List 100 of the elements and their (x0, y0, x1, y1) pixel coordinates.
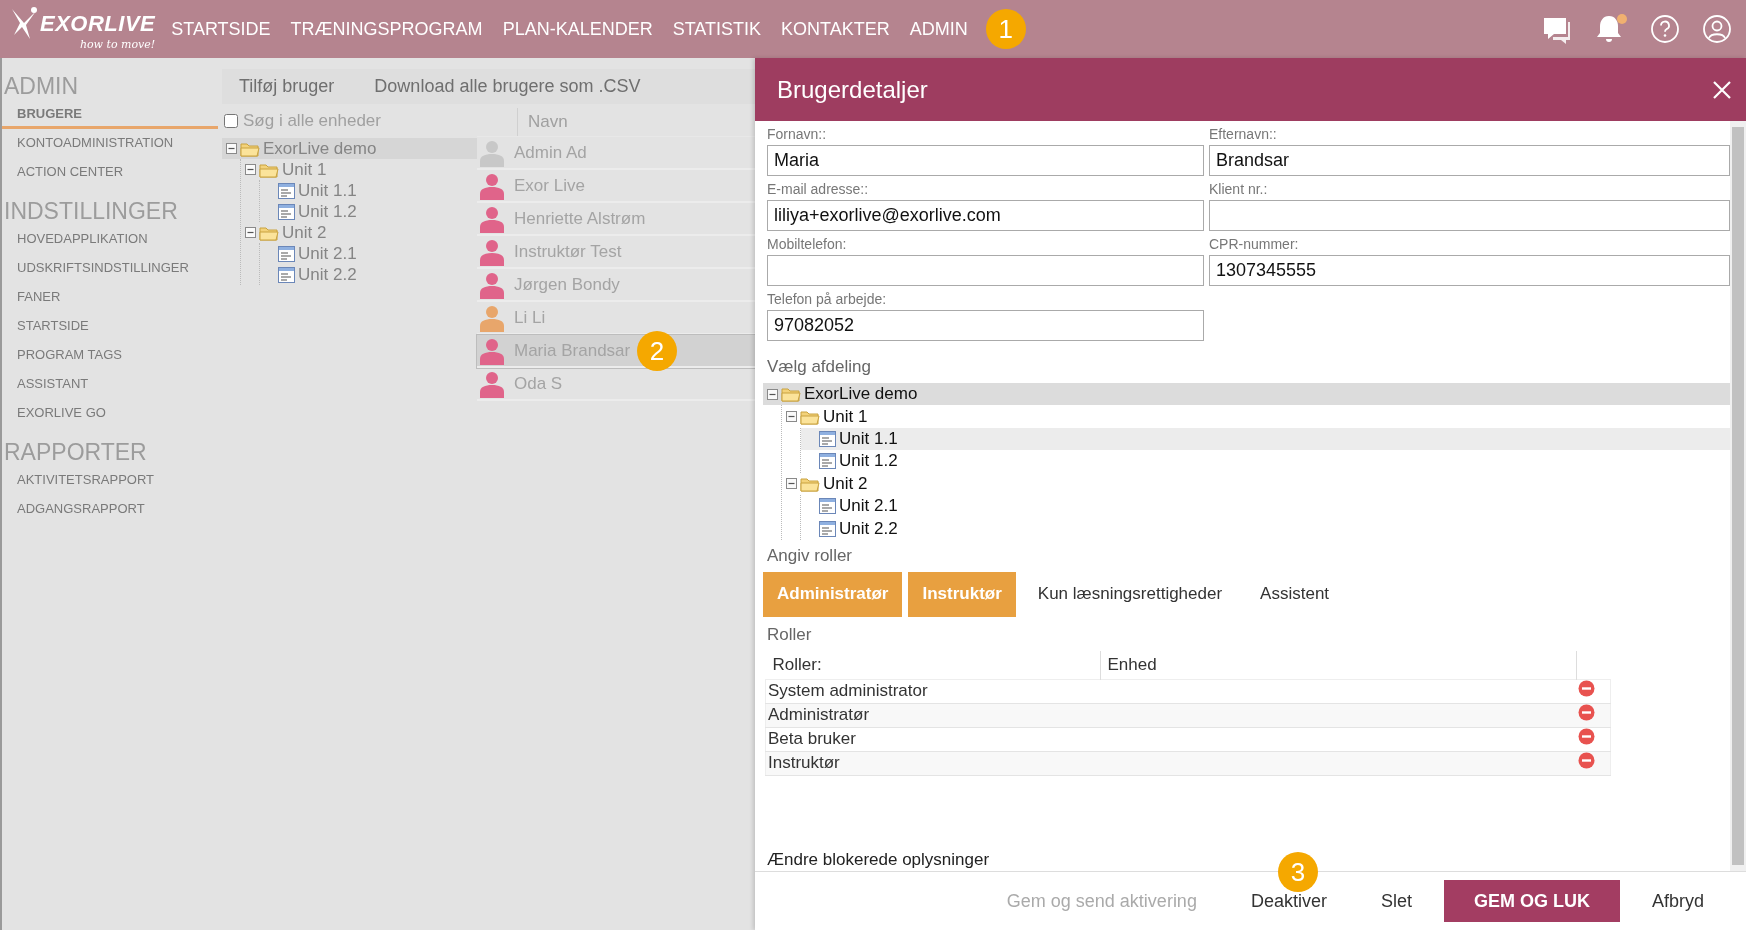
tree-node[interactable]: Unit 2 (823, 473, 868, 494)
user-name: Admin Ad (514, 142, 587, 163)
remove-icon[interactable] (1578, 704, 1595, 722)
user-name: Oda S (514, 373, 563, 394)
unit-icon (278, 203, 295, 220)
user-row[interactable]: Henriette Alstrøm (477, 203, 755, 236)
step-badge: 2 (637, 331, 677, 371)
section-label: Roller (766, 624, 813, 645)
remove-icon[interactable] (1578, 680, 1595, 698)
tree-node[interactable]: Unit 1 (823, 406, 868, 427)
tree-node[interactable]: Unit 2.2 (839, 518, 898, 539)
menu-item[interactable]: AKTIVITETSRAPPORT (2, 466, 222, 495)
collapse-icon[interactable] (245, 227, 256, 238)
unit-icon (819, 520, 836, 537)
table-cell: Administratør (765, 703, 1100, 728)
menu-item[interactable]: PROGRAM TAGS (2, 341, 222, 370)
tree-node[interactable]: ExorLive demo (804, 384, 918, 405)
column-header: Enhed (1100, 650, 1576, 680)
menu-item[interactable]: EXORLIVE GO (2, 399, 222, 428)
unit-icon (278, 245, 295, 262)
tree-node[interactable]: Unit 2.1 (839, 496, 898, 517)
collapse-icon[interactable] (786, 478, 797, 490)
checkbox-label: Søg i alle enheder (243, 111, 381, 131)
user-account-icon[interactable] (1702, 14, 1732, 44)
field-label: Telefon på arbejde: (767, 290, 888, 308)
menu-item[interactable]: ASSISTANT (2, 370, 222, 399)
footer-button[interactable]: Slet (1356, 881, 1436, 921)
nav-link[interactable]: STARTSIDE (171, 18, 271, 40)
collapse-icon[interactable] (226, 143, 237, 154)
unit-icon (819, 453, 836, 470)
tree-node[interactable]: Unit 1.2 (839, 451, 898, 472)
collapse-icon[interactable] (767, 388, 778, 400)
role-toggle[interactable]: Kun læsningsrettigheder (1021, 571, 1239, 617)
link[interactable]: Ændre blokerede oplysninger (763, 850, 990, 871)
folder-icon (259, 224, 279, 241)
input-field[interactable]: 97082052 (767, 310, 1204, 341)
tree-node[interactable]: Unit 1.1 (298, 180, 357, 201)
section-heading: ADMIN (3, 72, 80, 100)
nav-link[interactable]: PLAN-KALENDER (502, 18, 653, 40)
menu-item[interactable]: UDSKRIFTSINDSTILLINGER (2, 254, 222, 283)
nav-link[interactable]: TRÆNINGSPROGRAM (290, 18, 483, 40)
tree-node[interactable]: Unit 2.1 (298, 243, 357, 264)
unit-icon (819, 498, 836, 515)
folder-icon (800, 408, 820, 425)
logo-tagline: how to move! (79, 38, 156, 51)
toolbar-link[interactable]: Tilføj bruger (239, 76, 335, 97)
nav-link[interactable]: KONTAKTER (781, 18, 890, 40)
user-row[interactable]: Admin Ad (477, 137, 755, 170)
role-toggle[interactable]: Assistent (1244, 571, 1346, 617)
notification-bell-icon[interactable] (1594, 13, 1628, 45)
remove-icon[interactable] (1578, 752, 1595, 770)
tree-node[interactable]: Unit 1.1 (839, 428, 898, 449)
footer-button[interactable]: Afbryd (1627, 881, 1728, 921)
role-toggle[interactable]: Instruktør (908, 571, 1016, 617)
folder-icon (781, 386, 801, 403)
scrollbar[interactable] (1730, 121, 1746, 871)
logo-figure-icon (10, 7, 38, 41)
input-field[interactable] (1209, 200, 1730, 231)
menu-item[interactable]: ACTION CENTER (2, 158, 222, 187)
section-heading: INDSTILLINGER (3, 197, 179, 225)
menu-item[interactable]: STARTSIDE (2, 312, 222, 341)
menu-item[interactable]: HOVEDAPPLIKATION (2, 225, 222, 254)
input-field[interactable] (767, 255, 1204, 286)
unit-icon (819, 430, 836, 447)
user-row[interactable]: Jørgen Bondy (477, 269, 755, 302)
input-field[interactable]: Maria (767, 145, 1204, 176)
tree-node[interactable]: Unit 2 (282, 222, 327, 243)
menu-item[interactable]: FANER (2, 283, 222, 312)
field-label: Fornavn:: (767, 125, 828, 143)
role-toggle[interactable]: Administratør (763, 571, 903, 617)
tree-node[interactable]: Unit 1 (282, 159, 327, 180)
menu-item[interactable]: BRUGERE (2, 100, 218, 129)
collapse-icon[interactable] (786, 411, 797, 423)
close-icon (1712, 79, 1732, 100)
nav-link[interactable]: STATISTIK (672, 18, 761, 40)
user-row[interactable]: Oda S (477, 368, 755, 401)
user-row[interactable]: Exor Live (477, 170, 755, 203)
save-close-button[interactable]: GEM OG LUK (1443, 880, 1620, 922)
nav-link[interactable]: ADMIN (909, 18, 968, 40)
user-row[interactable]: Instruktør Test (477, 236, 755, 269)
input-field[interactable]: 1307345555 (1209, 255, 1730, 286)
help-icon[interactable] (1650, 14, 1680, 44)
menu-item[interactable]: KONTOADMINISTRATION (2, 129, 222, 158)
toolbar-link[interactable]: Download alle brugere som .CSV (374, 76, 641, 97)
folder-icon (240, 140, 260, 157)
remove-icon[interactable] (1578, 728, 1595, 746)
checkbox[interactable] (224, 114, 238, 128)
tree-node[interactable]: Unit 1.2 (298, 201, 357, 222)
unit-icon (278, 182, 295, 199)
field-label: Efternavn:: (1209, 125, 1278, 143)
user-name: Jørgen Bondy (514, 274, 620, 295)
menu-item[interactable]: ADGANGSRAPPORT (2, 495, 222, 524)
user-name: Exor Live (514, 175, 585, 196)
field-label: E-mail adresse:: (767, 180, 870, 198)
section-label: Vælg afdeling (766, 357, 872, 377)
collapse-icon[interactable] (245, 164, 256, 175)
folder-icon (800, 475, 820, 492)
input-field[interactable]: liliya+exorlive@exorlive.com (767, 200, 1204, 231)
input-field[interactable]: Brandsar (1209, 145, 1730, 176)
tree-node[interactable]: Unit 2.2 (298, 264, 357, 285)
